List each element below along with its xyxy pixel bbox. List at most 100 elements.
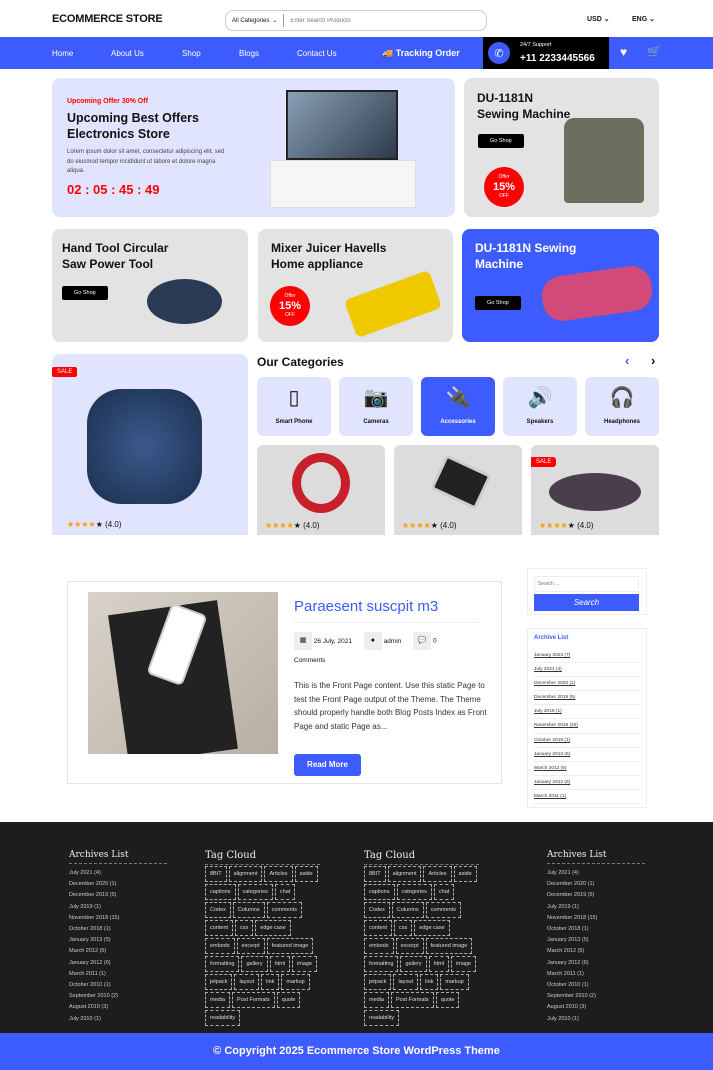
archive-link[interactable]: November 2018 (15)	[534, 719, 640, 734]
post-author[interactable]: admin	[384, 638, 402, 645]
tag-link[interactable]: edge case	[255, 920, 291, 936]
sidebar-search-button[interactable]: Search	[534, 594, 639, 611]
category-headphones[interactable]: 🎧 Headphones	[585, 377, 659, 436]
footer-archive-link[interactable]: January 2013 (5)	[69, 935, 119, 946]
footer-archive-link[interactable]: December 2019 (5)	[547, 890, 597, 901]
go-shop-button[interactable]: Go Shop	[62, 286, 108, 300]
footer-archive-link[interactable]: March 2011 (1)	[547, 969, 597, 980]
tag-link[interactable]: readability	[205, 1010, 241, 1026]
archive-link[interactable]: December 2020 (1)	[534, 677, 640, 692]
tag-link[interactable]: chat	[274, 884, 296, 900]
post-image[interactable]	[88, 592, 278, 754]
tag-link[interactable]: formatting	[205, 956, 240, 972]
tag-link[interactable]: Post Formats	[390, 992, 434, 1008]
footer-archive-link[interactable]: July 2021 (4)	[69, 868, 119, 879]
tag-link[interactable]: categories	[396, 884, 432, 900]
tag-link[interactable]: alignment	[228, 866, 263, 882]
tag-link[interactable]: jetpack	[205, 974, 233, 990]
tag-link[interactable]: layout	[234, 974, 260, 990]
tag-link[interactable]: Columns	[232, 902, 265, 918]
nav-blogs[interactable]: Blogs	[239, 49, 259, 58]
next-arrow-icon[interactable]: ›	[651, 353, 655, 368]
category-select[interactable]: All Categories ⌄	[226, 14, 285, 27]
category-speakers[interactable]: 🔊 Speakers	[503, 377, 577, 436]
go-shop-button[interactable]: Go Shop	[478, 134, 524, 148]
tag-link[interactable]: categories	[237, 884, 273, 900]
tag-link[interactable]: alignment	[387, 866, 422, 882]
language-select[interactable]: ENG ⌄	[632, 15, 655, 23]
footer-archive-link[interactable]: October 2018 (1)	[547, 924, 597, 935]
tag-link[interactable]: embeds	[364, 938, 394, 954]
heart-icon[interactable]: ♥	[620, 45, 627, 59]
footer-archive-link[interactable]: January 2012 (6)	[69, 958, 119, 969]
footer-archive-link[interactable]: December 2020 (1)	[69, 879, 119, 890]
tag-link[interactable]: Post Formats	[231, 992, 275, 1008]
footer-archive-link[interactable]: December 2020 (1)	[547, 879, 597, 890]
tag-link[interactable]: link	[420, 974, 439, 990]
tag-link[interactable]: featured image	[425, 938, 473, 954]
nav-shop[interactable]: Shop	[182, 49, 201, 58]
product-card[interactable]: ★★★★★ (4.0)	[257, 445, 385, 535]
tag-link[interactable]: Articles	[423, 866, 452, 882]
currency-select[interactable]: USD ⌄	[587, 15, 610, 23]
archive-link[interactable]: December 2019 (5)	[534, 691, 640, 706]
post-title[interactable]: Paraesent suscpit m3	[294, 598, 438, 615]
footer-archive-link[interactable]: July 2019 (1)	[69, 902, 119, 913]
footer-archive-link[interactable]: November 2018 (15)	[69, 913, 119, 924]
tag-link[interactable]: css	[235, 920, 254, 936]
tag-link[interactable]: Articles	[264, 866, 293, 882]
prev-arrow-icon[interactable]: ‹	[625, 353, 629, 368]
tag-link[interactable]: 8BIT	[205, 866, 227, 882]
footer-archive-link[interactable]: January 2012 (6)	[547, 958, 597, 969]
footer-archive-link[interactable]: January 2013 (5)	[547, 935, 597, 946]
footer-archive-link[interactable]: August 2010 (3)	[69, 1002, 119, 1013]
featured-product-card[interactable]: SALE ★★★★★ (4.0)	[52, 354, 248, 535]
footer-archive-link[interactable]: November 2018 (15)	[547, 913, 597, 924]
tag-link[interactable]: link	[261, 974, 280, 990]
footer-archive-link[interactable]: August 2010 (3)	[547, 1002, 597, 1013]
tag-link[interactable]: featured image	[266, 938, 314, 954]
tag-link[interactable]: Columns	[391, 902, 424, 918]
search-input[interactable]	[290, 17, 471, 24]
tag-link[interactable]: html	[269, 956, 291, 972]
tag-link[interactable]: image	[292, 956, 318, 972]
archive-link[interactable]: October 2018 (1)	[534, 734, 640, 748]
category-accessories[interactable]: 🔌 Accessories	[421, 377, 495, 436]
tag-link[interactable]: comments	[266, 902, 302, 918]
footer-archive-link[interactable]: July 2021 (4)	[547, 868, 597, 879]
archive-link[interactable]: March 2011 (1)	[534, 790, 640, 805]
tag-link[interactable]: markup	[281, 974, 310, 990]
tag-link[interactable]: media	[364, 992, 389, 1008]
tag-link[interactable]: quote	[276, 992, 301, 1008]
read-more-button[interactable]: Read More	[294, 754, 361, 776]
tag-link[interactable]: media	[205, 992, 230, 1008]
archive-link[interactable]: January 2012 (6)	[534, 776, 640, 790]
tag-link[interactable]: Codex	[205, 902, 231, 918]
footer-archive-link[interactable]: October 2018 (1)	[69, 924, 119, 935]
tag-link[interactable]: 8BIT	[364, 866, 386, 882]
product-card[interactable]: ★★★★★ (4.0)	[394, 445, 522, 535]
tag-link[interactable]: captions	[205, 884, 236, 900]
footer-archive-link[interactable]: October 2010 (1)	[547, 980, 597, 991]
tag-link[interactable]: excerpt	[395, 938, 424, 954]
tag-link[interactable]: embeds	[205, 938, 235, 954]
tracking-order-link[interactable]: 🚚 Tracking Order	[382, 48, 460, 59]
nav-contact[interactable]: Contact Us	[297, 49, 337, 58]
tag-link[interactable]: quote	[435, 992, 460, 1008]
tag-link[interactable]: content	[364, 920, 393, 936]
footer-archive-link[interactable]: December 2019 (5)	[69, 890, 119, 901]
tag-link[interactable]: image	[451, 956, 477, 972]
footer-archive-link[interactable]: September 2010 (2)	[547, 991, 597, 1002]
tag-link[interactable]: Codex	[364, 902, 390, 918]
nav-home[interactable]: Home	[52, 49, 73, 58]
archive-link[interactable]: July 2019 (1)	[534, 705, 640, 720]
tag-link[interactable]: css	[394, 920, 413, 936]
footer-archive-link[interactable]: March 2012 (5)	[547, 946, 597, 957]
tag-link[interactable]: markup	[440, 974, 469, 990]
tag-link[interactable]: aside	[294, 866, 318, 882]
footer-archive-link[interactable]: March 2011 (1)	[69, 969, 119, 980]
archive-link[interactable]: January 2013 (6)	[534, 748, 640, 762]
tag-link[interactable]: readability	[364, 1010, 400, 1026]
tag-link[interactable]: html	[428, 956, 450, 972]
category-smart-phone[interactable]: ▯ Smart Phone	[257, 377, 331, 436]
